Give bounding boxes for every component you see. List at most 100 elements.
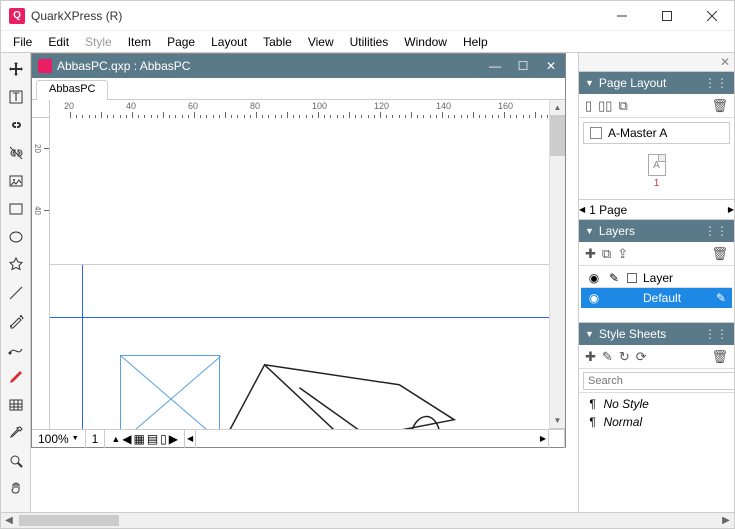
- visibility-icon[interactable]: ◉: [587, 291, 601, 305]
- layer-edit-icon[interactable]: ✎: [716, 291, 726, 305]
- draw-tool[interactable]: [4, 337, 28, 361]
- style-search-input[interactable]: [583, 372, 734, 390]
- ruler-origin[interactable]: [32, 100, 50, 118]
- window-maximize-button[interactable]: [644, 1, 689, 31]
- win-hscroll-thumb[interactable]: [19, 515, 119, 526]
- scroll-up-button[interactable]: ▲: [550, 100, 565, 116]
- menu-bar: FileEditStyleItemPageLayoutTableViewUtil…: [1, 31, 734, 53]
- edit-style-icon[interactable]: ✎: [602, 349, 613, 365]
- hscroll-right-button[interactable]: ▶: [540, 434, 546, 443]
- svg-text:T: T: [12, 90, 20, 104]
- document-vertical-scrollbar[interactable]: ▲ ▼: [549, 100, 565, 429]
- menu-page[interactable]: Page: [159, 33, 203, 51]
- panel-menu-icon[interactable]: ⋮⋮: [704, 76, 728, 90]
- scroll-down-button[interactable]: ▼: [550, 413, 565, 429]
- doc-close-button[interactable]: ✕: [537, 56, 565, 76]
- master-page-row[interactable]: A-Master A: [583, 122, 730, 144]
- horizontal-ruler[interactable]: 20406080100120140160: [50, 100, 549, 265]
- doc-maximize-button[interactable]: ☐: [509, 56, 537, 76]
- menu-file[interactable]: File: [5, 33, 40, 51]
- unlink-tool[interactable]: [4, 141, 28, 165]
- pen-tool[interactable]: [4, 309, 28, 333]
- menu-help[interactable]: Help: [455, 33, 496, 51]
- menu-window[interactable]: Window: [396, 33, 455, 51]
- line-tool[interactable]: [4, 281, 28, 305]
- rect-box-tool[interactable]: [4, 197, 28, 221]
- panel-menu-icon[interactable]: ⋮⋮: [704, 224, 728, 238]
- document-logo-icon: [38, 59, 52, 73]
- window-horizontal-scrollbar[interactable]: ◀ ▶: [1, 512, 734, 528]
- menu-table[interactable]: Table: [255, 33, 300, 51]
- vscroll-track[interactable]: [550, 116, 565, 413]
- table-tool[interactable]: [4, 393, 28, 417]
- doc-minimize-button[interactable]: —: [481, 56, 509, 76]
- update-style-icon[interactable]: ↻: [619, 349, 630, 365]
- layer-row-selected[interactable]: ◉Default✎: [581, 288, 732, 308]
- disclosure-icon: ▼: [585, 329, 594, 339]
- page-count-footer[interactable]: ◀ 1 Page ▶: [579, 199, 734, 219]
- disclosure-icon: ▼: [585, 78, 594, 88]
- delete-style-icon[interactable]: 🗑: [711, 349, 728, 365]
- win-hscroll-right[interactable]: ▶: [718, 513, 734, 528]
- zoom-level[interactable]: 100%▼: [32, 430, 86, 448]
- layer-row[interactable]: ◉✎Layer: [581, 268, 732, 288]
- menu-view[interactable]: View: [300, 33, 342, 51]
- view-mode-3-icon[interactable]: ▯: [160, 432, 167, 446]
- window-close-button[interactable]: [689, 1, 734, 31]
- menu-style[interactable]: Style: [77, 33, 120, 51]
- star-tool[interactable]: [4, 253, 28, 277]
- prev-page-icon[interactable]: ◀: [122, 432, 131, 446]
- menu-item[interactable]: Item: [120, 33, 159, 51]
- pencil-tool[interactable]: [4, 365, 28, 389]
- pan-tool[interactable]: [4, 477, 28, 501]
- dock-close-icon[interactable]: ✕: [720, 55, 730, 69]
- style-sheets-header[interactable]: ▼ Style Sheets ⋮⋮: [579, 323, 734, 345]
- lock-column-icon: ✎: [607, 271, 621, 285]
- delete-layer-icon[interactable]: 🗑: [711, 246, 728, 262]
- duplicate-page-icon[interactable]: ⧉: [618, 98, 627, 114]
- menu-layout[interactable]: Layout: [203, 33, 255, 51]
- layers-header[interactable]: ▼ Layers ⋮⋮: [579, 220, 734, 242]
- page-canvas[interactable]: [50, 265, 549, 429]
- layers-tools: ✚ ⧉ ⇪ 🗑: [579, 242, 734, 266]
- visibility-column-icon: ◉: [587, 271, 601, 285]
- picture-tool[interactable]: [4, 169, 28, 193]
- move-to-layer-icon[interactable]: ⇪: [617, 246, 628, 262]
- app-logo-icon: Q: [9, 8, 25, 24]
- move-tool[interactable]: [4, 57, 28, 81]
- ellipse-tool[interactable]: [4, 225, 28, 249]
- style-sheet-row[interactable]: ¶No Style: [581, 395, 732, 413]
- single-page-icon[interactable]: ▯: [585, 98, 592, 114]
- menu-edit[interactable]: Edit: [40, 33, 77, 51]
- page-layout-header[interactable]: ▼ Page Layout ⋮⋮: [579, 72, 734, 94]
- text-tool[interactable]: T: [4, 85, 28, 109]
- merge-layer-icon[interactable]: ⧉: [602, 246, 611, 262]
- page-thumbnail[interactable]: A: [648, 154, 666, 176]
- vscroll-thumb[interactable]: [550, 116, 565, 156]
- app-titlebar: Q QuarkXPress (R): [1, 1, 734, 31]
- facing-pages-icon[interactable]: ▯▯: [598, 98, 612, 114]
- document-title: AbbasPC.qxp : AbbasPC: [57, 59, 481, 73]
- new-layer-icon[interactable]: ✚: [585, 246, 596, 262]
- menu-utilities[interactable]: Utilities: [342, 33, 397, 51]
- hscroll-left-button[interactable]: ◀: [187, 434, 193, 443]
- page-nav-controls[interactable]: ▲ ◀ ▦ ▤ ▯ ▶: [105, 430, 185, 448]
- view-mode-1-icon[interactable]: ▦: [133, 432, 144, 446]
- refresh-style-icon[interactable]: ⟳: [636, 349, 647, 365]
- page-number-field[interactable]: 1: [86, 430, 106, 448]
- delete-page-icon[interactable]: 🗑: [711, 98, 728, 114]
- zoom-tool[interactable]: [4, 449, 28, 473]
- link-tool[interactable]: [4, 113, 28, 137]
- next-page-icon[interactable]: ▶: [169, 432, 178, 446]
- eyedropper-tool[interactable]: [4, 421, 28, 445]
- document-titlebar[interactable]: AbbasPC.qxp : AbbasPC — ☐ ✕: [32, 54, 565, 78]
- vertical-ruler[interactable]: 2040: [32, 118, 50, 429]
- window-minimize-button[interactable]: [599, 1, 644, 31]
- win-hscroll-left[interactable]: ◀: [1, 513, 17, 528]
- style-sheet-row[interactable]: ¶Normal: [581, 413, 732, 431]
- new-style-icon[interactable]: ✚: [585, 349, 596, 365]
- first-page-icon[interactable]: ▲: [111, 434, 120, 444]
- document-tab[interactable]: AbbasPC: [36, 80, 108, 100]
- view-mode-2-icon[interactable]: ▤: [147, 432, 158, 446]
- panel-menu-icon[interactable]: ⋮⋮: [704, 327, 728, 341]
